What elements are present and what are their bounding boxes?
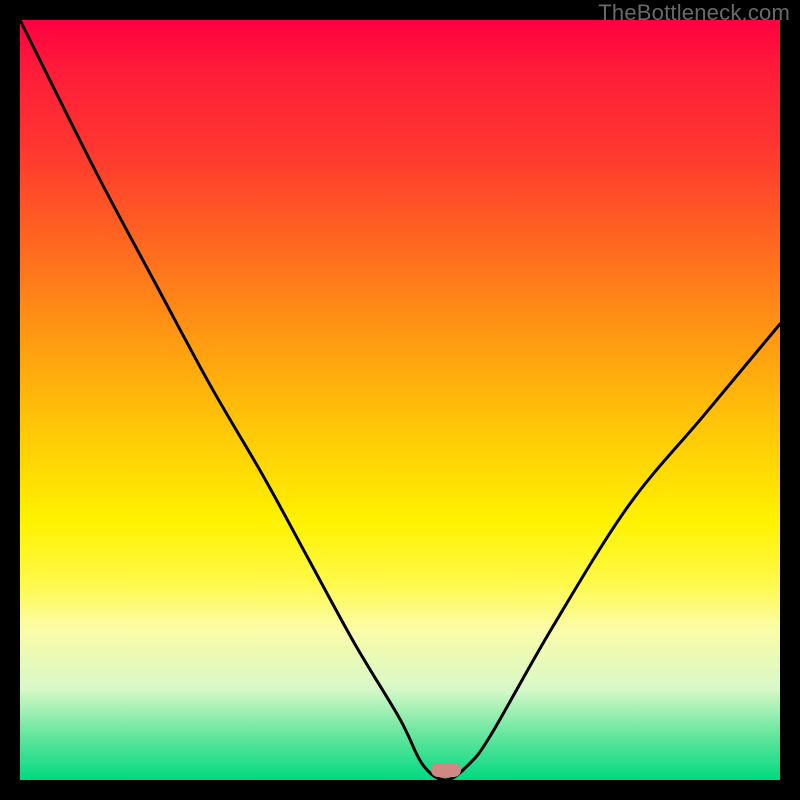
chart-container: TheBottleneck.com [0,0,800,800]
minimum-marker [431,763,461,777]
plot-frame [20,20,780,780]
plot-gradient-background [20,20,780,780]
